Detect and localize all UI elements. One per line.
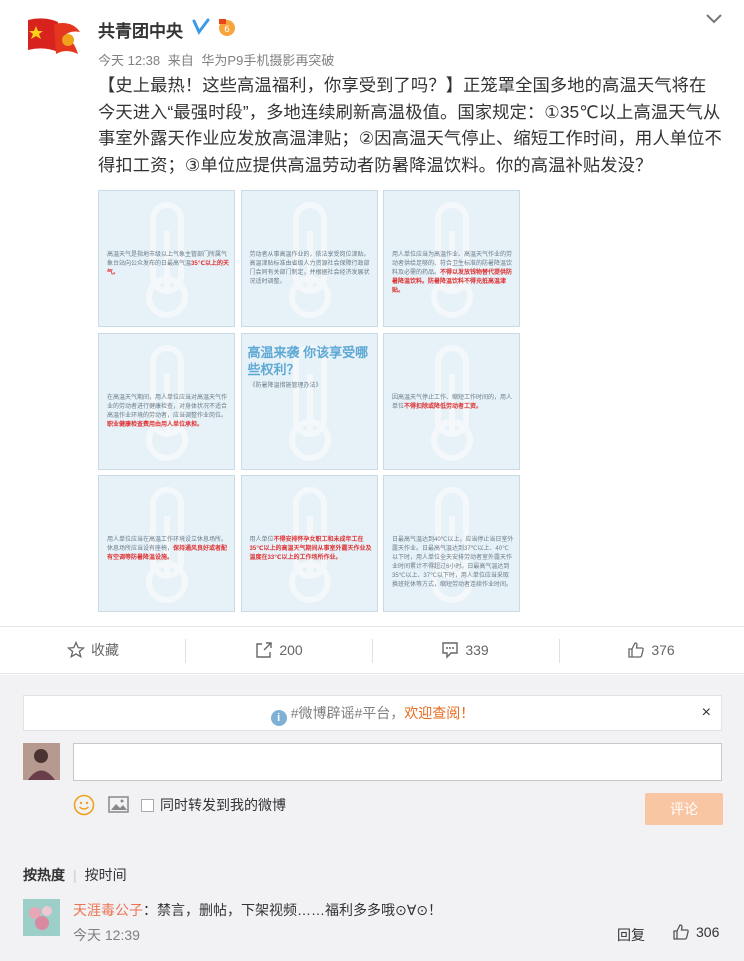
- image-caption: 高温天气是指地市级以上气象主管部门所属气象台站向公众发布的日最高气温35℃以上的…: [107, 251, 229, 278]
- image-caption: 《防暑降温措施管理办法》: [250, 382, 372, 391]
- favorite-button[interactable]: 收藏: [0, 627, 186, 673]
- image-caption-highlight: 不得扣除或降低劳动者工资。: [404, 403, 483, 410]
- close-icon[interactable]: ×: [702, 696, 711, 730]
- verified-icon: [192, 18, 210, 35]
- post-image[interactable]: 用人单位不得安排怀孕女职工和未成年工在35℃以上的高温天气期间从事室外露天作业及…: [240, 475, 378, 612]
- post-image[interactable]: 因高温天气停止工作、缩短工作时间的，用人单位不得扣除或降低劳动者工资。: [383, 332, 520, 470]
- sort-tabs: 按热度 | 按时间: [23, 865, 127, 885]
- action-bar: 收藏 200 339 376: [0, 626, 744, 674]
- comment-section: i #微博辟谣#平台，欢迎查阅！ × 同时转发到我的微博 评论 按热度 | 按时…: [0, 675, 744, 961]
- post-image[interactable]: 用人单位应当为高温作业、高温天气作业的劳动者供给足够的、符合卫生标准的防暑降温饮…: [383, 190, 520, 327]
- svg-text:6: 6: [224, 25, 230, 35]
- image-caption-text: 在高温天气期间，用人单位应当对高温天气作业的劳动者进行健康检查，对身体状况不适合…: [107, 394, 228, 419]
- chevron-down-icon[interactable]: [704, 12, 724, 26]
- submit-comment-button[interactable]: 评论: [645, 793, 723, 825]
- comment-time: 今天 12:39: [73, 927, 140, 943]
- composer-tools: 同时转发到我的微博: [73, 793, 286, 817]
- notice-link[interactable]: 欢迎查阅！: [404, 705, 474, 721]
- post-image[interactable]: 高温天气是指地市级以上气象主管部门所属气象台站向公众发布的日最高气温35℃以上的…: [98, 190, 235, 327]
- via-prefix: 来自: [167, 53, 194, 68]
- image-caption: 因高温天气停止工作、缩短工作时间的，用人单位不得扣除或降低劳动者工资。: [392, 394, 514, 412]
- post-image[interactable]: 高温来袭 你该享受哪些权利？ 《防暑降温措施管理办法》: [240, 332, 378, 470]
- post-image[interactable]: 在高温天气期间，用人单位应当对高温天气作业的劳动者进行健康检查，对身体状况不适合…: [98, 332, 235, 470]
- tab-hot[interactable]: 按热度: [23, 867, 65, 883]
- image-title: 高温来袭 你该享受哪些权利？: [247, 344, 369, 377]
- repost-checkbox[interactable]: [141, 798, 154, 812]
- thumbs-up-icon: [673, 924, 689, 940]
- post-image[interactable]: 日最高气温达到40℃以上，应当停止当日室外露天作业。日最高气温达到37℃以上、4…: [383, 475, 520, 612]
- image-caption-text: 劳动者从事高温作业的，依法享受岗位津贴。高温津贴标准由省级人力资源社会保障行政部…: [249, 252, 370, 285]
- info-icon: i: [270, 710, 287, 726]
- comment-body: ：禁言，删帖，下架视频……福利多多哦⊙∀⊙！: [143, 902, 443, 918]
- like-count: 376: [651, 642, 675, 658]
- comment-button[interactable]: 339: [372, 627, 558, 673]
- author-name[interactable]: 共青团中央: [98, 17, 183, 42]
- forward-button[interactable]: 200: [186, 627, 372, 673]
- notice-text: #微博辟谣#平台，: [290, 705, 405, 721]
- image-caption: 用人单位应当在高温工作环境设立休息场所。休息场所应当设有座椅，保持通风良好或者配…: [107, 536, 229, 563]
- image-caption: 在高温天气期间，用人单位应当对高温天气作业的劳动者进行健康检查，对身体状况不适合…: [107, 394, 229, 430]
- image-caption: 用人单位不得安排怀孕女职工和未成年工在35℃以上的高温天气期间从事室外露天作业及…: [250, 536, 372, 563]
- image-icon[interactable]: [107, 794, 131, 816]
- tab-time[interactable]: 按时间: [85, 867, 127, 883]
- reply-button[interactable]: 回复: [617, 925, 645, 945]
- member-badge-icon[interactable]: 6: [216, 17, 238, 37]
- comment-like-count: 306: [696, 924, 720, 940]
- image-caption-text: 用人单位: [249, 537, 274, 543]
- divider: |: [73, 867, 77, 883]
- star-icon: [67, 641, 85, 659]
- comment-icon: [442, 642, 459, 659]
- image-caption: 用人单位应当为高温作业、高温天气作业的劳动者供给足够的、符合卫生标准的防暑降温饮…: [392, 251, 514, 296]
- image-grid: 高温天气是指地市级以上气象主管部门所属气象台站向公众发布的日最高气温35℃以上的…: [98, 190, 520, 612]
- current-user-avatar[interactable]: [23, 743, 60, 780]
- comment-like-button[interactable]: 306: [672, 923, 719, 941]
- favorite-label: 收藏: [91, 642, 119, 658]
- forward-count: 200: [279, 642, 303, 658]
- via-source[interactable]: 华为P9手机摄影再突破: [201, 53, 334, 68]
- image-caption-text: 日最高气温达到40℃以上，应当停止当日室外露天作业。日最高气温达到37℃以上、4…: [392, 537, 514, 588]
- comment-count: 339: [465, 642, 489, 658]
- comment-text: 天涯毒公子：禁言，删帖，下架视频……福利多多哦⊙∀⊙！: [73, 900, 442, 920]
- comment-input[interactable]: [73, 743, 722, 781]
- post-meta: 今天 12:38 来自 华为P9手机摄影再突破: [98, 50, 334, 69]
- post-time[interactable]: 今天 12:38: [98, 53, 160, 68]
- commenter-name[interactable]: 天涯毒公子: [73, 902, 143, 918]
- image-caption: 劳动者从事高温作业的，依法享受岗位津贴。高温津贴标准由省级人力资源社会保障行政部…: [250, 251, 372, 287]
- post-text: 【史上最热！这些高温福利，你享受到了吗？】正笼罩全国多地的高温天气将在今天进入“…: [98, 75, 722, 175]
- post-image[interactable]: 劳动者从事高温作业的，依法享受岗位津贴。高温津贴标准由省级人力资源社会保障行政部…: [240, 190, 378, 327]
- emoji-icon[interactable]: [73, 794, 95, 816]
- image-caption: 日最高气温达到40℃以上，应当停止当日室外露天作业。日最高气温达到37℃以上、4…: [392, 536, 514, 590]
- image-caption-text: 《防暑降温措施管理办法》: [249, 382, 322, 389]
- commenter-avatar[interactable]: [23, 899, 60, 936]
- post-image[interactable]: 用人单位应当在高温工作环境设立休息场所。休息场所应当设有座椅，保持通风良好或者配…: [98, 475, 235, 612]
- rumor-notice: i #微博辟谣#平台，欢迎查阅！ ×: [23, 695, 722, 731]
- weibo-post: 共青团中央 6 今天 12:38 来自 华为P9手机摄影再突破 【史上最热！这些…: [0, 0, 744, 961]
- author-avatar[interactable]: [24, 14, 84, 64]
- repost-label: 同时转发到我的微博: [160, 797, 286, 813]
- like-button[interactable]: 376: [558, 627, 744, 673]
- forward-icon: [256, 642, 273, 658]
- thumbs-up-icon: [628, 642, 645, 658]
- image-caption-highlight: 职业健康检查费用由用人单位承担。: [107, 421, 204, 428]
